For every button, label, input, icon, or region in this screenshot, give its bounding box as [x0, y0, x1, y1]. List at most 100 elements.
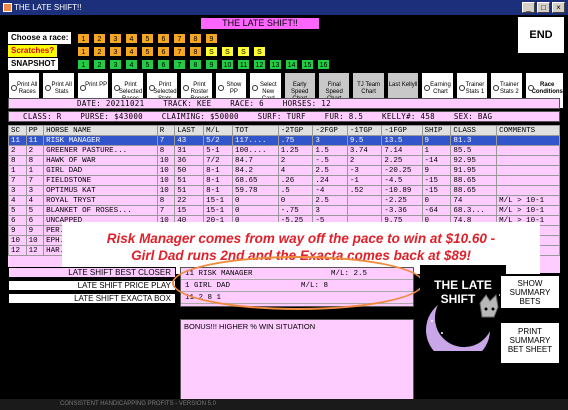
minimize-button[interactable]: _ [522, 2, 535, 13]
column-header[interactable]: TOT [232, 125, 279, 136]
table-row[interactable]: 2 2 GREENER PASTURE... 8 31 5-1 100.... 1.25 1.5… [8, 145, 560, 156]
scratch-button-11[interactable]: S [237, 46, 250, 57]
snapshot-button-9[interactable]: 9 [205, 59, 218, 70]
radio-icon[interactable] [79, 85, 86, 91]
column-header[interactable]: PP [25, 125, 45, 136]
scratch-button-10[interactable]: S [221, 46, 234, 57]
radio-icon[interactable] [527, 85, 534, 91]
scratch-button-3[interactable]: 3 [109, 46, 122, 57]
snapshot-button-10[interactable]: 10 [221, 59, 234, 70]
table-cell [496, 165, 560, 176]
race-button-9[interactable]: 9 [205, 33, 218, 44]
table-cell: ROYAL TRYST [43, 195, 158, 206]
best-closer-button[interactable]: LATE SHIFT BEST CLOSER [8, 267, 176, 278]
column-header[interactable]: M/L [203, 125, 233, 136]
race-button-1[interactable]: 1 [77, 33, 90, 44]
table-row[interactable]: 1 1 GIRL DAD 10 50 8-1 84.2 4 2.5 -3 -20.25 9 91.95 [8, 165, 560, 176]
table-row[interactable]: 3 3 OPTIMUS KAT 10 51 8-1 59.78.5 -4.52 -10.89 -1… [8, 185, 560, 196]
show-summary-bets-button[interactable]: SHOW SUMMARY BETS [500, 275, 560, 309]
close-button[interactable]: × [552, 2, 565, 13]
snapshot-button-5[interactable]: 5 [141, 59, 154, 70]
price-play-button[interactable]: LATE SHIFT PRICE PLAY [8, 280, 176, 291]
table-row[interactable]: 8 8 HAWK OF WAR 10 36 7/2 84.7 2 -.5 2 2.25 -14 92.9… [8, 155, 560, 166]
snapshot-button-3[interactable]: 3 [109, 59, 122, 70]
race-button-2[interactable]: 2 [93, 33, 106, 44]
end-button[interactable]: END [517, 16, 565, 54]
table-cell: -2.25 [381, 195, 423, 206]
highlight-ellipse [172, 256, 424, 310]
radio-icon[interactable] [217, 85, 224, 91]
radio-icon[interactable] [11, 85, 17, 91]
table-cell [496, 175, 560, 186]
scratch-button-8[interactable]: 8 [189, 46, 202, 57]
race-purse: PURSE: $43000 [80, 112, 143, 121]
scratch-button-12[interactable]: S [253, 46, 266, 57]
table-cell: 6 [25, 215, 45, 226]
snapshot-button-14[interactable]: 14 [285, 59, 298, 70]
column-header[interactable]: R [156, 125, 176, 136]
column-header[interactable]: HORSE NAME [43, 125, 158, 136]
radio-icon[interactable] [148, 85, 155, 91]
table-cell: 51 [174, 185, 205, 196]
table-cell: M/L > 10-1 [496, 195, 560, 206]
exacta-box-button[interactable]: LATE SHIFT EXACTA BOX [8, 293, 176, 304]
column-header[interactable]: CLASS [450, 125, 498, 136]
snapshot-button-15[interactable]: 15 [301, 59, 314, 70]
table-row[interactable]: 11 11 RISK MANAGER 7 43 5/2 117.... .75 3 9.5 13.5… [8, 135, 560, 146]
snapshot-button-4[interactable]: 4 [125, 59, 138, 70]
race-button-7[interactable]: 7 [173, 33, 186, 44]
snapshot-button-7[interactable]: 7 [173, 59, 186, 70]
table-row[interactable]: 4 4 ROYAL TRYST 8 22 15-1 0 0 2.5 -2.25 0 74 M/L > 1… [8, 195, 560, 206]
table-cell: 0 [232, 195, 279, 206]
table-cell: 8-1 [203, 185, 233, 196]
snapshot-button-2[interactable]: 2 [93, 59, 106, 70]
table-cell: 2 [8, 145, 27, 156]
table-cell: 36 [174, 155, 205, 166]
table-cell: 10 [156, 165, 176, 176]
radio-icon[interactable] [458, 85, 465, 91]
table-cell: OPTIMUS KAT [43, 185, 158, 196]
table-cell: 6 [8, 215, 27, 226]
race-button-5[interactable]: 5 [141, 33, 154, 44]
column-header[interactable]: -1TGP [346, 125, 383, 136]
column-header[interactable]: LAST [174, 125, 205, 136]
table-cell: .5 [277, 185, 314, 196]
scratch-button-5[interactable]: 5 [141, 46, 154, 57]
scratch-button-4[interactable]: 4 [125, 46, 138, 57]
maximize-button[interactable]: □ [537, 2, 550, 13]
column-header[interactable]: -1FGP [381, 125, 423, 136]
scratch-button-9[interactable]: S [205, 46, 218, 57]
race-button-4[interactable]: 4 [125, 33, 138, 44]
scratch-button-1[interactable]: 1 [77, 46, 90, 57]
race-button-3[interactable]: 3 [109, 33, 122, 44]
print-summary-bet-sheet-button[interactable]: PRINT SUMMARY BET SHEET [500, 322, 560, 364]
table-cell: 100.... [232, 145, 279, 156]
column-header[interactable]: -2TGP [277, 125, 314, 136]
column-header[interactable]: -2FGP [312, 125, 348, 136]
table-cell [496, 155, 560, 166]
race-button-8[interactable]: 8 [189, 33, 202, 44]
column-header[interactable]: COMMENTS [496, 125, 560, 136]
grid-header: SC PP HORSE NAME R LAST M/L TOT -2TGP -2FGP -1TGP… [8, 125, 560, 136]
snapshot-button-1[interactable]: 1 [77, 59, 90, 70]
column-header[interactable]: SC [8, 125, 27, 136]
race-button-6[interactable]: 6 [157, 33, 170, 44]
snapshot-button-8[interactable]: 8 [189, 59, 202, 70]
toolbar-button-label: Last Kellyll [388, 82, 418, 88]
snapshot-button-11[interactable]: 11 [237, 59, 250, 70]
table-cell: 15-1 [203, 195, 233, 206]
table-row[interactable]: 7 7 FIELDSTONE 10 51 8-1 68.65.26.24 -1 -4.5 -15 8… [8, 175, 560, 186]
table-row[interactable]: 5 5 BLANKET OF ROSES... 7 15 15-1 0 -.75 3 -3.36-… [8, 205, 560, 216]
snapshot-button-12[interactable]: 12 [253, 59, 266, 70]
snapshot-button-16[interactable]: 16 [317, 59, 330, 70]
race-claiming: CLAIMING: $50000 [161, 112, 239, 121]
scratch-button-7[interactable]: 7 [173, 46, 186, 57]
snapshot-button-6[interactable]: 6 [157, 59, 170, 70]
table-cell: -14 [421, 155, 452, 166]
column-header[interactable]: SHIP [421, 125, 452, 136]
snapshot-button-13[interactable]: 13 [269, 59, 282, 70]
scratch-button-2[interactable]: 2 [93, 46, 106, 57]
scratch-button-6[interactable]: 6 [157, 46, 170, 57]
table-cell: 7 [156, 205, 176, 216]
table-cell: -.5 [312, 155, 348, 166]
